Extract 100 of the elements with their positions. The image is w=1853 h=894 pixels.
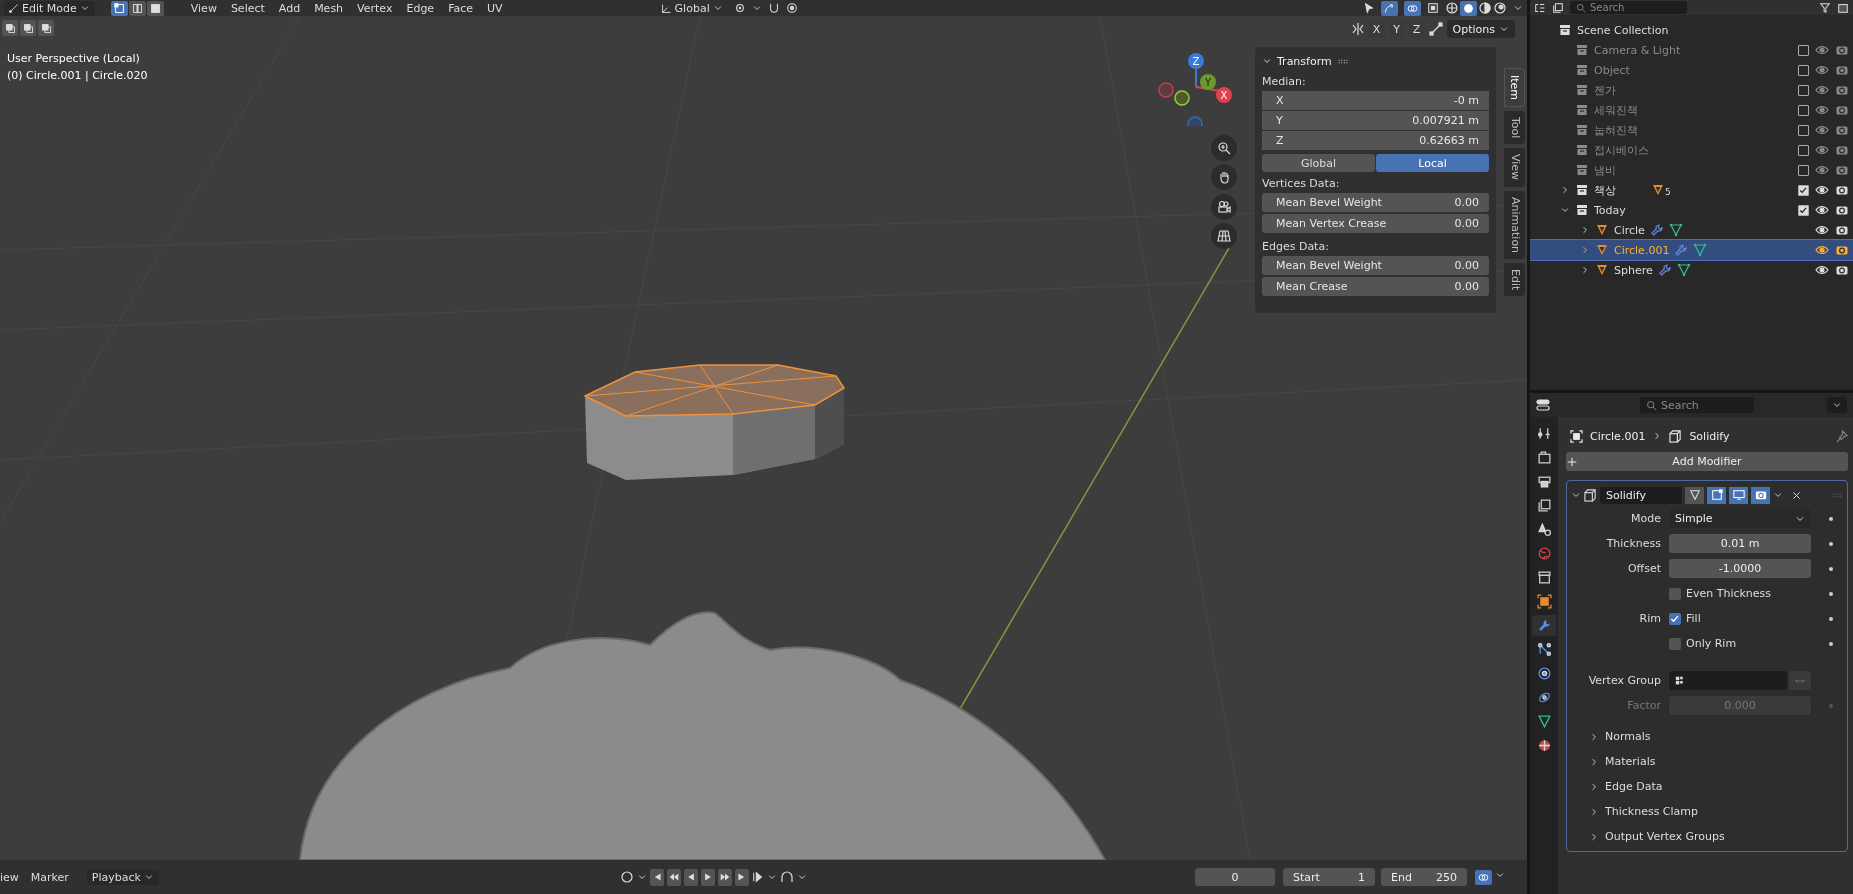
menu-item[interactable]: View [183,1,224,15]
wireframe-shading-icon[interactable] [1445,0,1459,15]
coordinate-field[interactable]: Z 0.62663 m [1262,131,1489,150]
new-collection-icon[interactable] [1837,1,1849,14]
value-field[interactable]: Mean Bevel Weight 0.00 [1262,256,1489,275]
outliner-collection-row[interactable]: 눕혀진책 [1530,120,1853,140]
subpanel-header[interactable]: Materials [1567,749,1847,774]
zoom-button[interactable] [1211,135,1237,161]
playback-dropdown[interactable]: Playback [86,869,159,885]
record-icon[interactable] [620,870,634,884]
sidebar-tab[interactable]: Edit [1504,262,1525,296]
menu-item[interactable]: Select [223,1,272,15]
add-modifier-button[interactable]: Add Modifier [1566,452,1848,471]
axis-handle[interactable] [1174,90,1190,106]
outliner-collection-row[interactable]: 책상 5 [1530,180,1853,200]
mode-dropdown[interactable]: Edit Mode [4,0,95,16]
modifier-toggle[interactable] [1685,486,1704,504]
gizmo-toggle[interactable] [1381,0,1398,16]
invert-toggle[interactable] [1789,671,1811,690]
subpanel-header[interactable]: Normals [1567,724,1847,749]
pan-button[interactable] [1211,164,1237,190]
outliner-collection-row[interactable]: 접시베이스 [1530,140,1853,160]
breadcrumb-item[interactable]: Solidify [1689,429,1730,443]
solid-shading-button[interactable] [1460,0,1477,16]
include-checkbox[interactable] [1798,124,1809,136]
axis-handle[interactable] [1158,82,1174,98]
editor-type-icon[interactable] [1536,398,1550,412]
include-checkbox[interactable] [1798,104,1809,116]
menu-item[interactable]: Edge [399,1,442,15]
space-toggle[interactable]: Local [1376,154,1489,172]
pivot-icon[interactable] [733,2,746,14]
magnet-icon[interactable] [767,2,780,14]
filter-icon[interactable] [1819,1,1831,14]
search-field[interactable]: Search [1570,1,1687,14]
rendered-shading-icon[interactable] [1493,0,1507,15]
options-dropdown[interactable]: Options [1446,20,1515,38]
axis-handle[interactable]: X [1216,87,1232,103]
current-frame-field[interactable]: 0 [1195,868,1275,886]
keyframe-dot[interactable] [1829,616,1833,621]
box-select-mode-button[interactable] [20,20,36,36]
close-icon[interactable] [1791,489,1802,501]
menu-item[interactable]: Face [441,1,480,15]
sidebar-tab[interactable]: Tool [1504,111,1525,145]
include-checkbox[interactable] [1798,64,1809,76]
number-field[interactable]: -1.0000 [1669,559,1811,578]
menu-item[interactable]: Vertex [350,1,400,15]
auto-merge-icon[interactable] [1428,22,1443,36]
eye-icon[interactable] [1815,223,1829,237]
include-checkbox[interactable] [1798,44,1809,56]
modifier-toggle[interactable] [1729,486,1748,504]
eye-icon[interactable] [1815,263,1829,277]
outliner-object-row[interactable]: Circle [1530,220,1853,240]
filter-layers-icon[interactable] [1552,1,1564,14]
number-field[interactable]: 0.01 m [1669,534,1811,553]
space-toggle[interactable]: Global [1262,154,1375,172]
proportional-icon[interactable] [785,2,798,14]
eye-icon[interactable] [1815,183,1829,197]
menu-item[interactable]: UV [480,1,510,15]
eye-icon[interactable] [1815,243,1829,257]
grid-view-button[interactable] [1211,223,1237,249]
include-checkbox[interactable] [1798,84,1809,96]
include-checkbox[interactable] [1798,204,1809,216]
value-field[interactable]: Mean Vertex Crease 0.00 [1262,214,1489,233]
outliner-collection-row[interactable]: Object [1530,60,1853,80]
display-mode-icon[interactable] [1534,1,1546,14]
outliner-object-row[interactable]: Circle.001 [1530,240,1853,260]
playback-button[interactable] [735,868,749,886]
modifier-name-field[interactable]: Solidify [1600,486,1682,504]
playback-button[interactable] [701,868,715,886]
material-shading-icon[interactable] [1478,0,1492,15]
keyframe-dot[interactable] [1829,703,1833,708]
keyframe-dot[interactable] [1829,541,1833,546]
outliner-collection-row[interactable]: 젠가 [1530,80,1853,100]
checkbox[interactable] [1669,612,1681,625]
outliner-collection-row[interactable]: Scene Collection [1530,20,1853,40]
sidebar-tab[interactable]: Animation [1504,190,1525,259]
mirror-icon[interactable] [1350,22,1365,36]
box-select-mode-button[interactable] [2,20,18,36]
cursor-tool-icon[interactable] [1363,2,1375,14]
outliner-collection-row[interactable]: 세워진책 [1530,100,1853,120]
menu-item[interactable]: Mesh [307,1,351,15]
value-field[interactable]: Mean Bevel Weight 0.00 [1262,193,1489,212]
end-frame-field[interactable]: End 250 [1381,868,1467,886]
checkbox[interactable] [1669,637,1681,650]
keyframe-dot[interactable] [1829,516,1833,521]
sidebar-tab[interactable]: View [1504,148,1525,187]
keyframe-dot[interactable] [1829,641,1833,646]
axis-handle[interactable]: Z [1188,53,1204,69]
keyframe-dot[interactable] [1829,591,1833,596]
checkbox[interactable] [1669,587,1681,600]
include-checkbox[interactable] [1798,164,1809,176]
keyframe-jump-icon[interactable] [752,871,764,883]
pin-icon[interactable] [1835,429,1848,443]
menu-item[interactable]: Marker [30,870,75,884]
playback-button[interactable] [667,868,681,886]
eye-icon[interactable] [1815,203,1829,217]
playback-button[interactable] [684,868,698,886]
outliner-collection-row[interactable]: 냄비 [1530,160,1853,180]
search-field[interactable]: Search [1640,397,1754,413]
value-field[interactable]: Mean Crease 0.00 [1262,277,1489,296]
